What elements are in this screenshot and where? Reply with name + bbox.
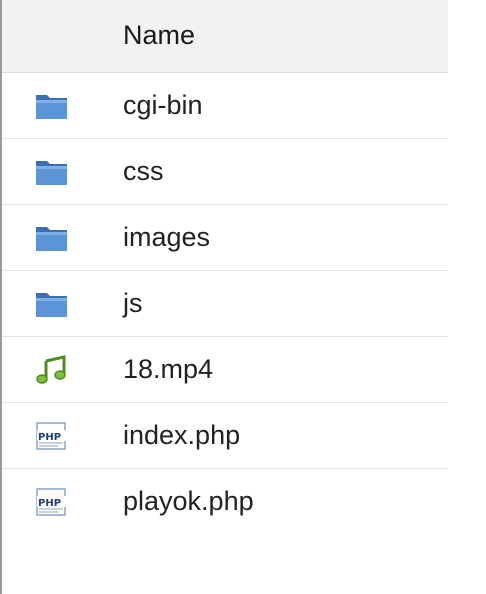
table-header: Name: [2, 0, 448, 73]
table-row[interactable]: PHP index.php: [2, 403, 448, 469]
file-name[interactable]: cgi-bin: [123, 90, 203, 121]
php-file-icon: PHP: [34, 421, 70, 451]
file-list-table: Name cgi-bin css images js 18.mp4 PHP in…: [0, 0, 448, 594]
music-note-icon: [34, 355, 70, 385]
table-row[interactable]: cgi-bin: [2, 73, 448, 139]
table-row[interactable]: images: [2, 205, 448, 271]
column-header-name[interactable]: Name: [123, 20, 195, 51]
folder-icon: [34, 223, 70, 253]
file-name[interactable]: images: [123, 222, 210, 253]
svg-text:PHP: PHP: [38, 432, 61, 443]
table-row[interactable]: js: [2, 271, 448, 337]
table-row[interactable]: 18.mp4: [2, 337, 448, 403]
table-row[interactable]: PHP playok.php: [2, 469, 448, 535]
file-name[interactable]: css: [123, 156, 164, 187]
folder-icon: [34, 91, 70, 121]
php-file-icon: PHP: [34, 487, 70, 517]
file-name[interactable]: js: [123, 288, 143, 319]
svg-text:PHP: PHP: [38, 498, 61, 509]
table-row[interactable]: css: [2, 139, 448, 205]
file-name[interactable]: 18.mp4: [123, 354, 213, 385]
file-name[interactable]: index.php: [123, 420, 240, 451]
file-name[interactable]: playok.php: [123, 486, 254, 517]
folder-icon: [34, 157, 70, 187]
folder-icon: [34, 289, 70, 319]
